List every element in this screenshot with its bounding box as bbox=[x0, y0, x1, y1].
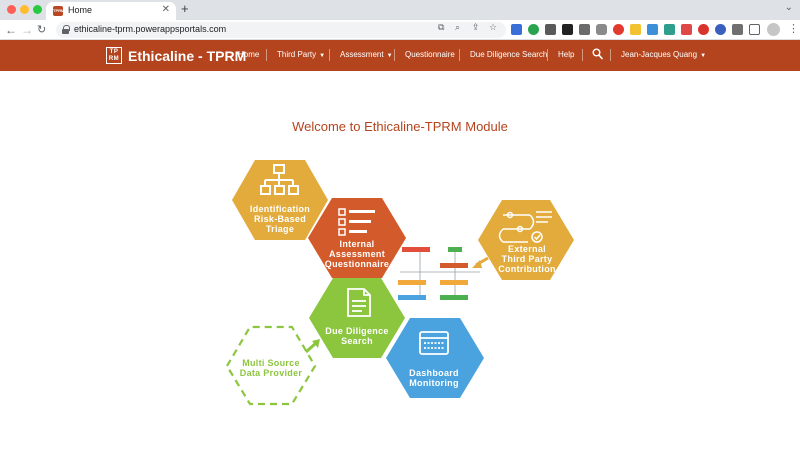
hex-dashboard-line1: Dashboard bbox=[409, 368, 459, 378]
hex-multi-source-line2: Data Provider bbox=[240, 368, 303, 378]
hex-identification-line3: Triage bbox=[266, 224, 294, 234]
hex-identification-line2: Risk-Based bbox=[254, 214, 306, 224]
hex-external-line2: Third Party bbox=[502, 254, 553, 264]
hex-internal-line2: Assessment bbox=[329, 249, 385, 259]
hex-due-diligence[interactable]: Due Diligence Search bbox=[309, 278, 405, 358]
hex-identification-line1: Identification bbox=[250, 204, 310, 214]
hex-dashboard[interactable]: Dashboard Monitoring bbox=[386, 318, 484, 398]
hex-internal-line1: Internal bbox=[340, 239, 375, 249]
hex-due-diligence-line1: Due Diligence bbox=[325, 326, 388, 336]
hex-external-line1: External bbox=[508, 244, 546, 254]
arrow-icon bbox=[304, 341, 318, 354]
hex-identification[interactable]: Identification Risk-Based Triage bbox=[232, 160, 328, 240]
hex-dashboard-line2: Monitoring bbox=[409, 378, 459, 388]
hex-internal-assessment[interactable]: Internal Assessment Questionnaire bbox=[308, 198, 406, 278]
tprm-module-diagram: Identification Risk-Based Triage Interna… bbox=[225, 160, 574, 406]
hex-external-line3: Contribution bbox=[498, 264, 556, 274]
hex-due-diligence-line2: Search bbox=[341, 336, 373, 346]
hex-external-contribution[interactable]: External Third Party Contribution bbox=[478, 200, 574, 280]
hex-multi-source-line1: Multi Source bbox=[242, 358, 300, 368]
hex-multi-source[interactable]: Multi Source Data Provider bbox=[225, 325, 317, 406]
hex-internal-line3: Questionnaire bbox=[325, 259, 389, 269]
workflow-flowchart bbox=[398, 247, 480, 300]
